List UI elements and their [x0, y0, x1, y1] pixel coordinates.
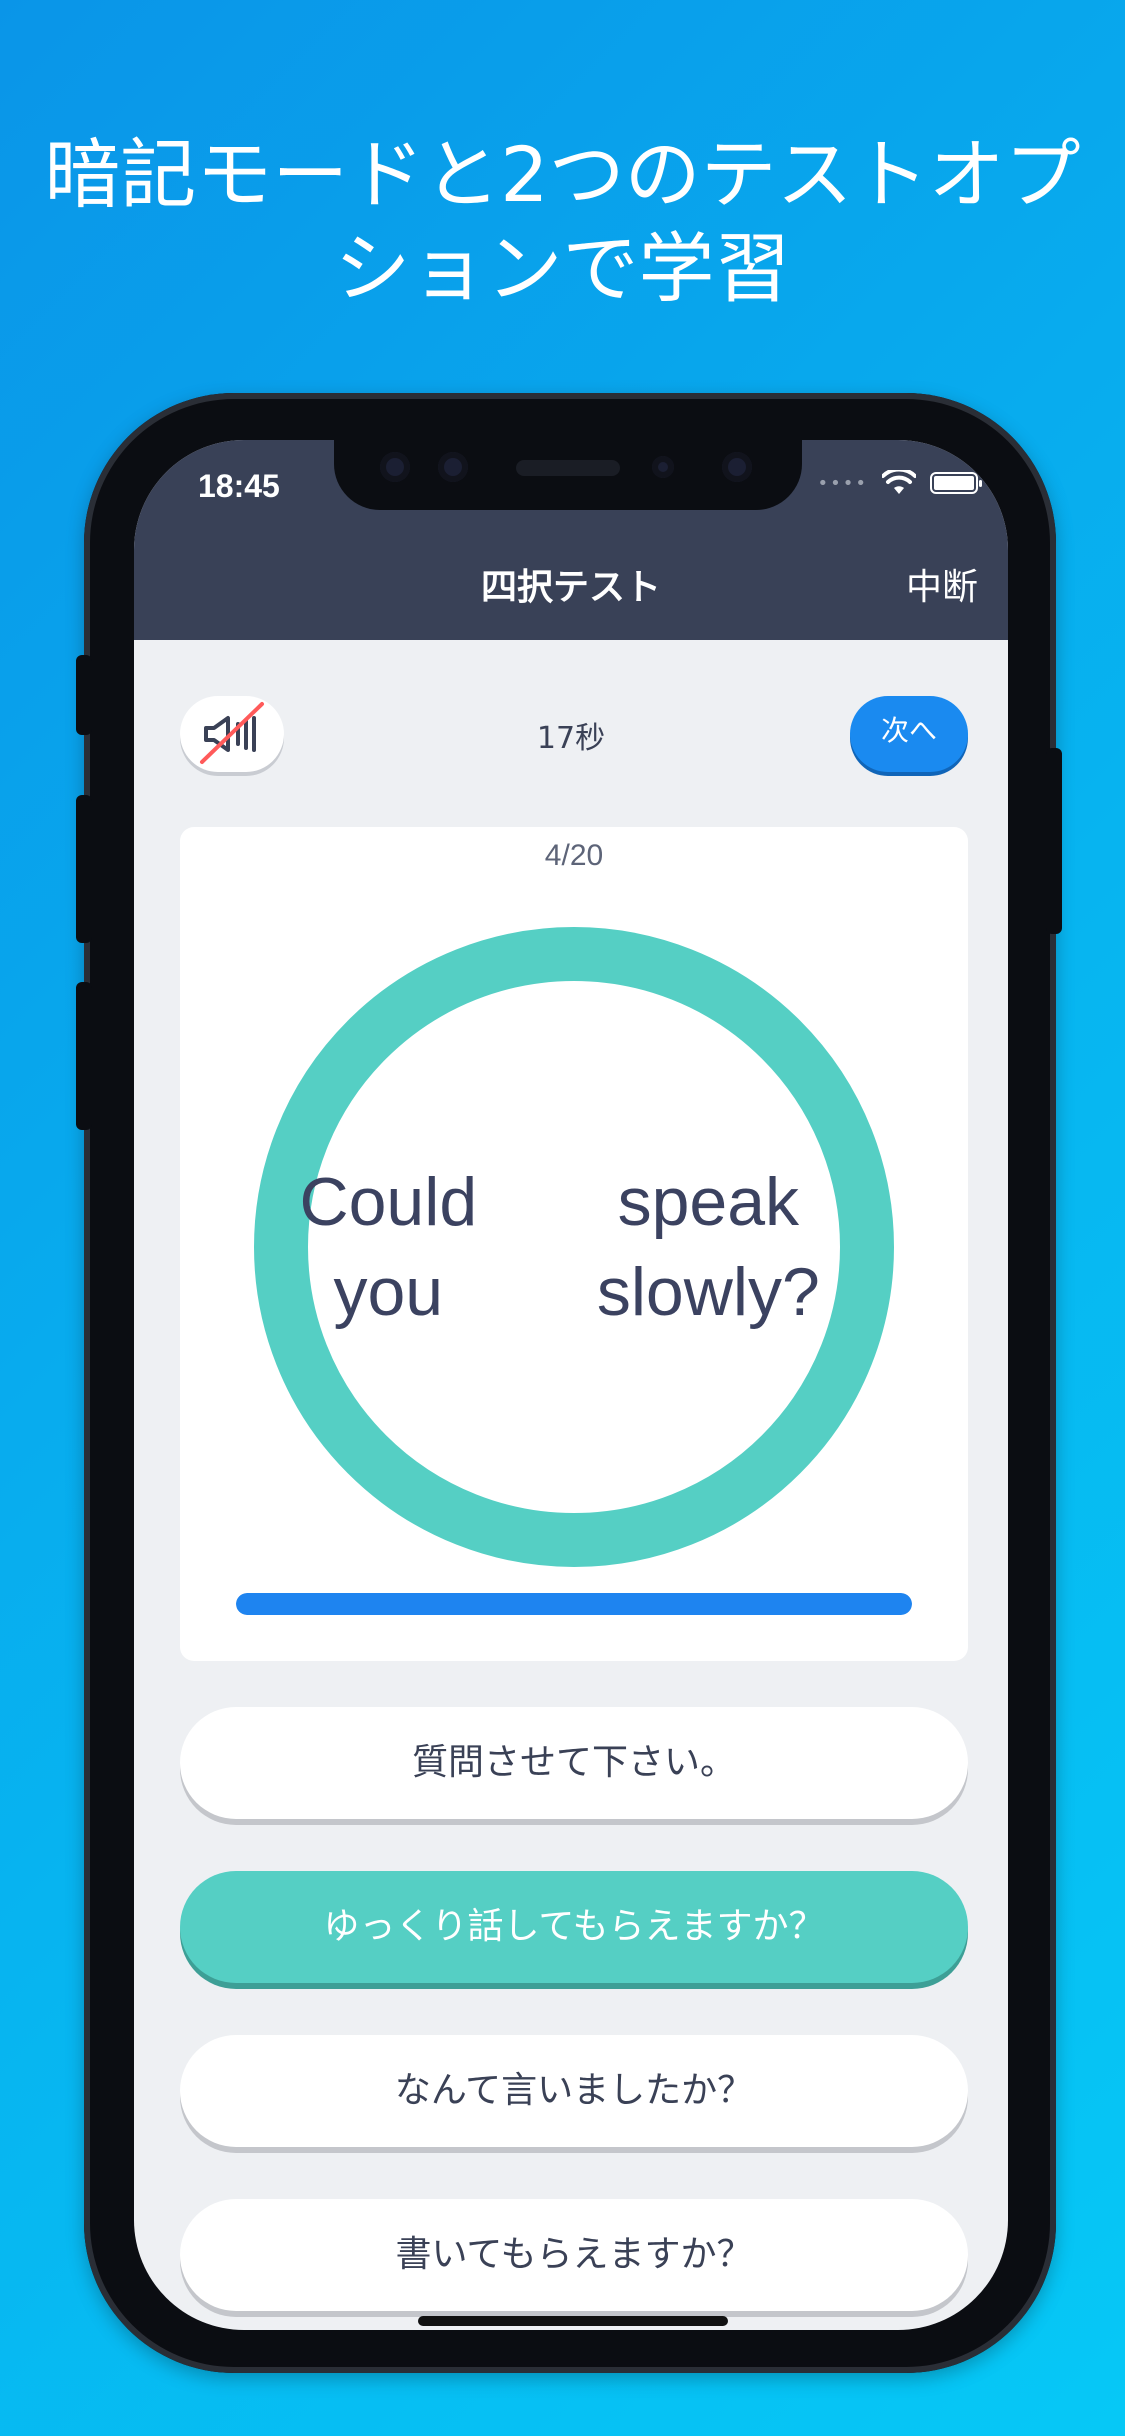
quit-button[interactable]: 中断: [906, 558, 978, 610]
earpiece-speaker: [516, 460, 620, 476]
question-progress: 4/20: [544, 839, 604, 872]
question-text: Could you speak slowly?: [299, 1164, 820, 1330]
home-indicator[interactable]: [418, 2316, 728, 2326]
camera-lens-icon: [380, 452, 410, 482]
battery-icon: [930, 472, 982, 494]
wifi-icon: [882, 470, 916, 494]
promo-headline: 暗記モードと2つのテストオプ ションで学習: [0, 128, 1125, 316]
volume-down-button: [76, 982, 92, 1130]
time-progress-bar: [236, 1593, 912, 1615]
time-progress-fill: [236, 1593, 912, 1615]
camera-notch: [334, 438, 802, 510]
answer-choice[interactable]: ゆっくり話してもらえますか？: [180, 1871, 968, 1983]
promo-headline-line1: 暗記モードと2つのテストオプ: [44, 130, 1081, 219]
camera-lens-icon: [438, 452, 468, 482]
signal-dots: ••••: [817, 472, 868, 494]
power-button: [1046, 748, 1062, 934]
question-card: 4/20 Could you speak slowly?: [180, 827, 968, 1661]
sensor-dot: [652, 456, 674, 478]
mute-switch: [76, 655, 92, 735]
answer-choice[interactable]: 書いてもらえますか？: [180, 2199, 968, 2311]
answer-choice[interactable]: なんて言いましたか？: [180, 2035, 968, 2147]
answer-choice[interactable]: 質問させて下さい。: [180, 1707, 968, 1819]
status-indicators: ••••: [817, 470, 982, 496]
status-time: 18:45: [198, 468, 280, 504]
phone-screen: 18:45 •••• 四択テスト 中断 17秒 次へ 4/20 Could yo…: [134, 440, 1008, 2330]
front-camera-icon: [722, 452, 752, 482]
promo-headline-line2: ションで学習: [334, 224, 791, 313]
volume-up-button: [76, 795, 92, 943]
page-title: 四択テスト: [480, 567, 661, 608]
next-button[interactable]: 次へ: [850, 696, 968, 772]
